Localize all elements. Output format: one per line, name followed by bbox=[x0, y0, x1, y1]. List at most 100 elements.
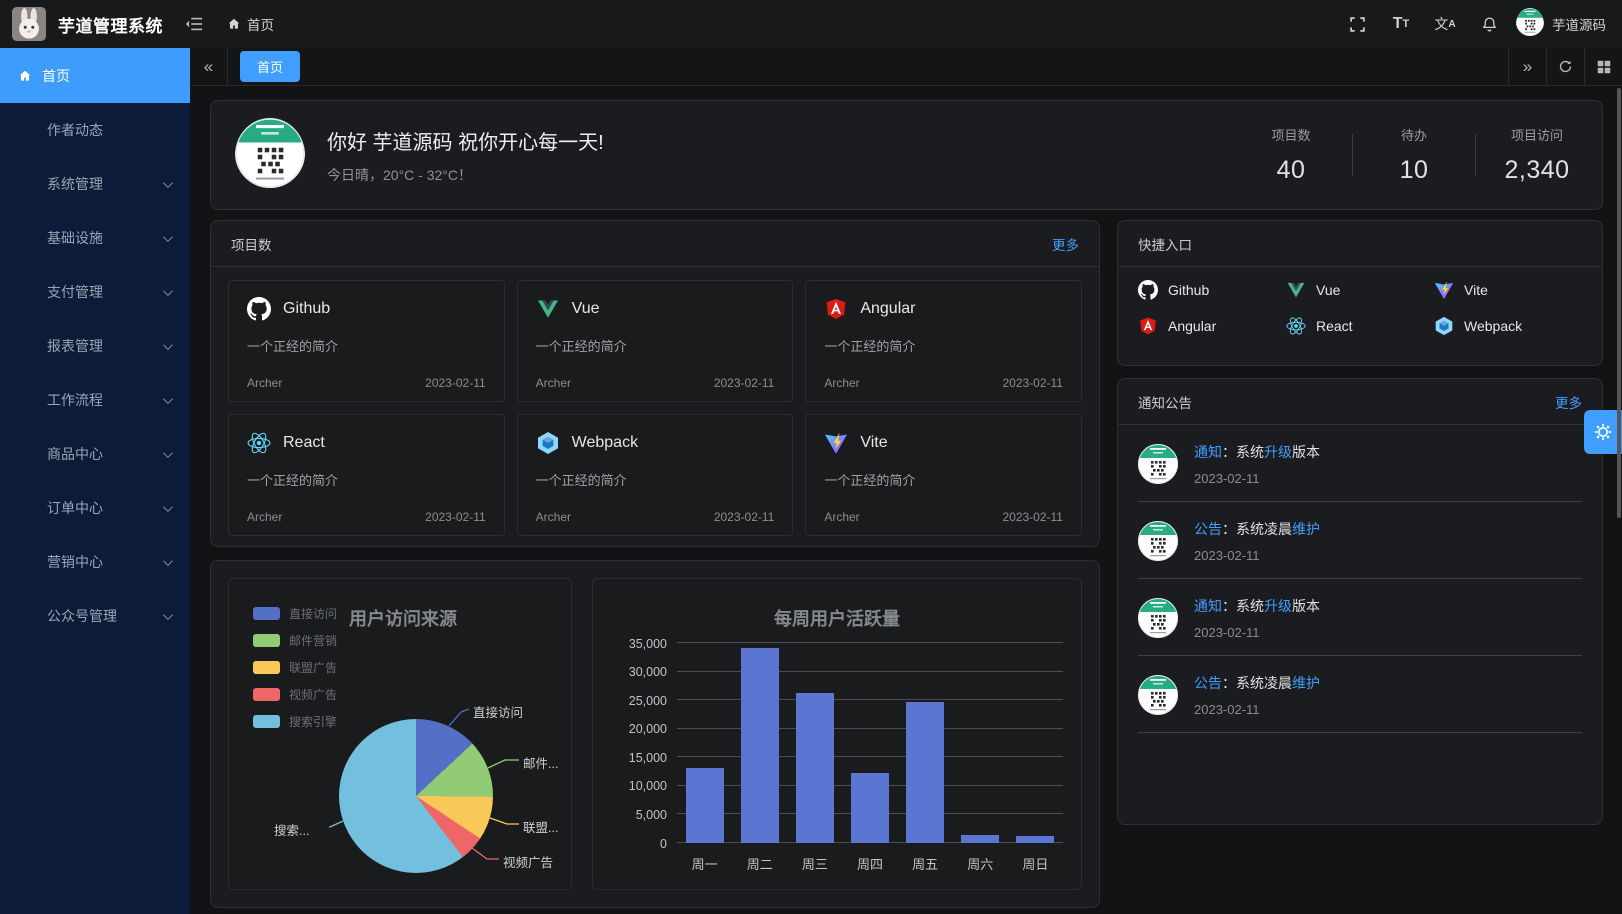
font-size-icon[interactable]: TT bbox=[1384, 7, 1418, 41]
project-card-vite[interactable]: Vite一个正经的简介Archer2023-02-11 bbox=[805, 414, 1082, 536]
sidebar-item-10[interactable]: 公众号管理 bbox=[0, 589, 190, 643]
stat-0: 项目数40 bbox=[1256, 125, 1326, 185]
breadcrumb-home: 首页 bbox=[247, 14, 274, 34]
project-card-angular[interactable]: Angular一个正经的简介Archer2023-02-11 bbox=[805, 280, 1082, 402]
quick-link-webpack[interactable]: Webpack bbox=[1434, 316, 1582, 336]
bar-chart-card: 每周用户活跃量 05,00010,00015,00020,00025,00030… bbox=[592, 578, 1082, 890]
project-name: React bbox=[283, 434, 325, 452]
stat-divider bbox=[1352, 134, 1353, 176]
quick-link-vite[interactable]: Vite bbox=[1434, 280, 1582, 300]
sidebar-item-home[interactable]: 首页 bbox=[0, 48, 190, 103]
project-date: 2023-02-11 bbox=[1002, 510, 1063, 524]
notice-date: 2023-02-11 bbox=[1194, 702, 1320, 717]
bar-周五 bbox=[906, 702, 944, 843]
react-icon bbox=[247, 431, 271, 455]
user-menu[interactable]: 芋道源码 bbox=[1516, 8, 1606, 41]
quick-link-angular[interactable]: Angular bbox=[1138, 316, 1286, 336]
tabs-refresh-button[interactable] bbox=[1546, 48, 1584, 85]
sidebar-item-9[interactable]: 营销中心 bbox=[0, 535, 190, 589]
x-axis-label: 周日 bbox=[1008, 854, 1063, 873]
y-axis-label: 0 bbox=[660, 837, 667, 851]
legend-label: 视频广告 bbox=[289, 686, 337, 703]
sidebar-item-5[interactable]: 报表管理 bbox=[0, 319, 190, 373]
sidebar-item-1[interactable]: 作者动态 bbox=[0, 103, 190, 157]
quick-link-label: React bbox=[1316, 318, 1353, 334]
project-card-react[interactable]: React一个正经的简介Archer2023-02-11 bbox=[228, 414, 505, 536]
stat-label: 项目数 bbox=[1271, 125, 1310, 144]
quick-link-vue[interactable]: Vue bbox=[1286, 280, 1434, 300]
logo-avatar[interactable] bbox=[12, 7, 46, 41]
project-card-webpack[interactable]: Webpack一个正经的简介Archer2023-02-11 bbox=[517, 414, 794, 536]
tab-bar: « 首页 » bbox=[190, 48, 1622, 86]
notice-avatar-0 bbox=[1138, 444, 1178, 484]
tabs-layout-grid-button[interactable] bbox=[1584, 48, 1622, 85]
project-card-vue[interactable]: Vue一个正经的简介Archer2023-02-11 bbox=[517, 280, 794, 402]
sidebar-item-label: 营销中心 bbox=[47, 552, 103, 572]
quick-link-github[interactable]: Github bbox=[1138, 280, 1286, 300]
legend-item-2[interactable]: 联盟广告 bbox=[253, 659, 337, 676]
legend-item-4[interactable]: 搜索引擎 bbox=[253, 713, 337, 730]
sidebar-item-4[interactable]: 支付管理 bbox=[0, 265, 190, 319]
menu-fold-icon[interactable] bbox=[185, 15, 203, 33]
x-axis-label: 周二 bbox=[732, 854, 787, 873]
projects-panel-title: 项目数 bbox=[231, 234, 272, 254]
tabs-scroll-left-button[interactable]: « bbox=[190, 48, 228, 85]
quick-link-react[interactable]: React bbox=[1286, 316, 1434, 336]
pie-label-direct: 直接访问 bbox=[473, 702, 523, 721]
notices-more-link[interactable]: 更多 bbox=[1555, 392, 1582, 412]
sidebar-item-7[interactable]: 商品中心 bbox=[0, 427, 190, 481]
chevron-down-icon bbox=[163, 556, 173, 566]
main-content: 你好 芋道源码 祝你开心每一天! 今日晴，20°C - 32°C！ 项目数40待… bbox=[190, 86, 1622, 914]
notice-date: 2023-02-11 bbox=[1194, 625, 1320, 640]
stat-value: 2,340 bbox=[1504, 156, 1569, 185]
project-desc: 一个正经的简介 bbox=[247, 336, 486, 355]
notice-item-2[interactable]: 通知：系统升级版本2023-02-11 bbox=[1138, 579, 1582, 656]
bar-周二 bbox=[741, 648, 779, 843]
tab-home[interactable]: 首页 bbox=[240, 51, 300, 82]
translate-icon[interactable]: 文A bbox=[1428, 7, 1462, 41]
bar-周一 bbox=[686, 768, 724, 843]
breadcrumb[interactable]: 首页 bbox=[227, 14, 274, 34]
tabs-scroll-right-button[interactable]: » bbox=[1508, 48, 1546, 85]
legend-item-0[interactable]: 直接访问 bbox=[253, 605, 337, 622]
fullscreen-icon[interactable] bbox=[1340, 7, 1374, 41]
project-name: Webpack bbox=[572, 434, 638, 452]
bell-icon[interactable] bbox=[1472, 7, 1506, 41]
bar-series bbox=[677, 643, 1063, 843]
angular-icon bbox=[1138, 316, 1158, 336]
notice-date: 2023-02-11 bbox=[1194, 548, 1320, 563]
y-axis-label: 20,000 bbox=[629, 722, 667, 736]
legend-item-3[interactable]: 视频广告 bbox=[253, 686, 337, 703]
legend-item-1[interactable]: 邮件营销 bbox=[253, 632, 337, 649]
sidebar-item-6[interactable]: 工作流程 bbox=[0, 373, 190, 427]
sidebar-item-label: 作者动态 bbox=[47, 120, 103, 140]
projects-more-link[interactable]: 更多 bbox=[1052, 234, 1079, 254]
bar-周四 bbox=[851, 773, 889, 843]
notices-panel: 通知公告 更多 通知：系统升级版本2023-02-11公告：系统凌晨维护2023… bbox=[1117, 378, 1603, 825]
pie-label-video: 视频广告 bbox=[503, 852, 553, 871]
sidebar-item-2[interactable]: 系统管理 bbox=[0, 157, 190, 211]
page-scrollbar-thumb[interactable] bbox=[1617, 88, 1621, 518]
sidebar-item-label: 商品中心 bbox=[47, 444, 103, 464]
legend-swatch bbox=[253, 607, 280, 620]
project-card-github[interactable]: Github一个正经的简介Archer2023-02-11 bbox=[228, 280, 505, 402]
notice-item-3[interactable]: 公告：系统凌晨维护2023-02-11 bbox=[1138, 656, 1582, 733]
sidebar-item-8[interactable]: 订单中心 bbox=[0, 481, 190, 535]
user-qr-avatar bbox=[1516, 8, 1544, 36]
notice-item-0[interactable]: 通知：系统升级版本2023-02-11 bbox=[1138, 425, 1582, 502]
project-author: Archer bbox=[824, 376, 859, 390]
notice-item-1[interactable]: 公告：系统凌晨维护2023-02-11 bbox=[1138, 502, 1582, 579]
legend-swatch bbox=[253, 688, 280, 701]
sidebar-item-label: 公众号管理 bbox=[47, 606, 117, 626]
bar-chart-x-labels: 周一周二周三周四周五周六周日 bbox=[677, 854, 1063, 873]
vue-icon bbox=[536, 297, 560, 321]
y-axis-label: 5,000 bbox=[636, 808, 667, 822]
notice-avatar-3 bbox=[1138, 675, 1178, 715]
sidebar-item-3[interactable]: 基础设施 bbox=[0, 211, 190, 265]
quick-links-title: 快捷入口 bbox=[1138, 234, 1192, 254]
vite-icon bbox=[1434, 280, 1454, 300]
pie-label-search: 搜索... bbox=[274, 820, 309, 839]
welcome-panel: 你好 芋道源码 祝你开心每一天! 今日晴，20°C - 32°C！ 项目数40待… bbox=[210, 100, 1603, 210]
webpack-icon bbox=[536, 431, 560, 455]
github-icon bbox=[247, 297, 271, 321]
